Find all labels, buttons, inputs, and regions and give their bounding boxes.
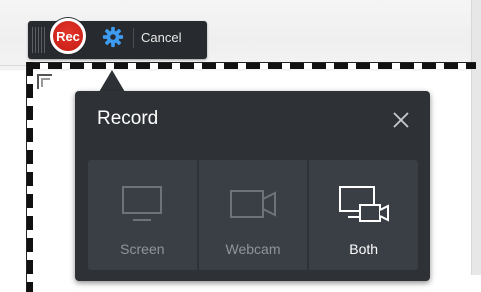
option-screen[interactable]: Screen xyxy=(88,160,197,270)
popup-pointer xyxy=(99,70,125,92)
monitor-icon xyxy=(122,186,163,221)
gear-icon[interactable] xyxy=(102,26,124,48)
option-both-label: Both xyxy=(349,241,379,257)
toolbar-divider xyxy=(133,28,134,48)
option-both[interactable]: Both xyxy=(309,160,419,270)
capture-border-top[interactable] xyxy=(26,62,476,69)
cancel-button[interactable]: Cancel xyxy=(141,28,181,48)
webcam-icon xyxy=(230,190,276,218)
monitor-webcam-icon xyxy=(338,186,389,222)
record-mode-options: Screen Webcam Both xyxy=(88,160,419,270)
record-popup: Record Screen Webcam Both xyxy=(75,91,430,281)
popup-title: Record xyxy=(97,108,159,129)
resize-corner-icon[interactable] xyxy=(37,74,52,89)
option-webcam[interactable]: Webcam xyxy=(198,160,308,270)
capture-border-left[interactable] xyxy=(26,62,33,292)
option-webcam-label: Webcam xyxy=(225,241,281,257)
record-button-label: Rec xyxy=(56,28,80,44)
option-screen-label: Screen xyxy=(120,241,165,257)
grip-icon[interactable] xyxy=(32,27,46,53)
record-button[interactable]: Rec xyxy=(50,18,86,54)
close-icon[interactable] xyxy=(391,110,411,130)
